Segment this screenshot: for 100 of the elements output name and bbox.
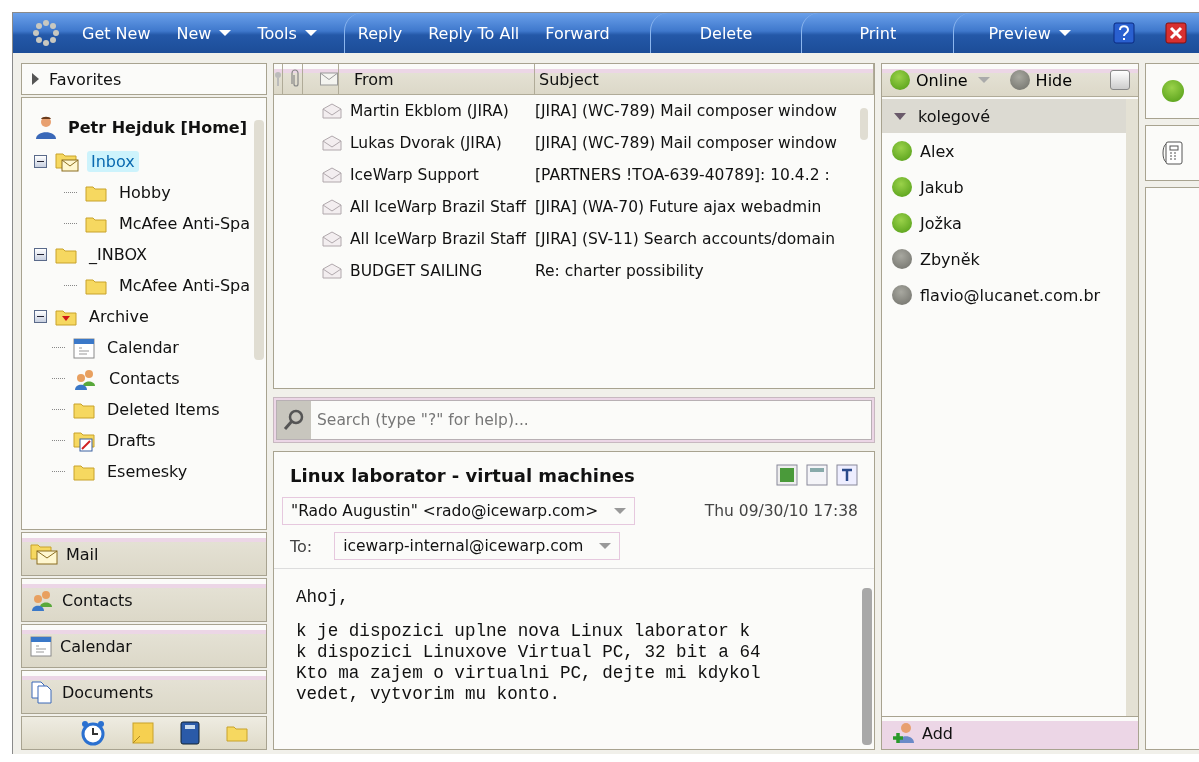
folder-item[interactable]: McAfee Anti-Spa bbox=[115, 275, 255, 296]
nav-button[interactable]: Calendar bbox=[21, 624, 267, 668]
toolbar-button[interactable]: Tools bbox=[244, 13, 330, 53]
folder-item[interactable]: Inbox bbox=[87, 151, 139, 172]
nav-button[interactable]: Contacts bbox=[21, 578, 267, 622]
folder-item[interactable]: Archive bbox=[85, 306, 153, 327]
subject-cell[interactable]: [JIRA] (SV-11) Search accounts/domain bbox=[535, 230, 845, 248]
contact-name[interactable]: Alex bbox=[920, 141, 955, 161]
envelope-icon bbox=[322, 199, 342, 215]
documents-icon bbox=[30, 680, 54, 704]
folder-item[interactable]: McAfee Anti-Spa bbox=[115, 213, 255, 234]
folder-item[interactable]: Hobby bbox=[115, 182, 175, 203]
sender-cell[interactable]: All IceWarp Brazil Staff bbox=[350, 230, 535, 248]
user-icon bbox=[34, 115, 58, 139]
sender-cell[interactable]: BUDGET SAILING bbox=[350, 262, 535, 280]
folder-icon bbox=[73, 400, 95, 419]
toolbar-button[interactable]: Print bbox=[801, 13, 954, 53]
toolbar-button[interactable]: Forward bbox=[532, 13, 650, 53]
favorites-header[interactable]: Favorites bbox=[21, 63, 267, 95]
toolbar-button[interactable]: Reply To All bbox=[415, 13, 533, 53]
layout-icon[interactable] bbox=[806, 464, 828, 486]
folder-icon bbox=[85, 276, 107, 295]
column-header[interactable]: Subject bbox=[535, 64, 874, 94]
help-icon[interactable] bbox=[1113, 22, 1135, 44]
subject-cell[interactable]: [JIRA] (WC-789) Mail composer window bbox=[535, 134, 845, 152]
status-button[interactable]: Online bbox=[890, 70, 1004, 90]
caret-icon bbox=[304, 30, 317, 36]
hide-button[interactable]: Hide bbox=[1009, 70, 1073, 90]
archive-folder-icon bbox=[55, 307, 77, 326]
add-user-icon bbox=[892, 721, 916, 745]
phone-icon[interactable] bbox=[1162, 140, 1184, 166]
subject-cell[interactable]: [PARTNERS !TOA-639-40789]: 10.4.2 : bbox=[535, 166, 845, 184]
toolbar-button[interactable]: Delete bbox=[649, 13, 802, 53]
contact-name[interactable]: Jakub bbox=[920, 177, 964, 197]
collapse-toggle-icon[interactable] bbox=[34, 248, 47, 261]
greeting-text: Ahoj, bbox=[296, 587, 349, 607]
envelope-icon bbox=[322, 103, 342, 119]
status-dot bbox=[890, 70, 910, 90]
toolbar-button[interactable]: Reply bbox=[343, 13, 416, 53]
book-icon[interactable] bbox=[180, 721, 200, 745]
minimize-icon[interactable] bbox=[1110, 70, 1130, 90]
folder-item[interactable]: Contacts bbox=[105, 368, 184, 389]
envelope-icon bbox=[322, 231, 342, 247]
sender-cell[interactable]: All IceWarp Brazil Staff bbox=[350, 198, 535, 216]
add-contact-button[interactable]: Add bbox=[882, 716, 1138, 749]
sender-cell[interactable]: Martin Ekblom (JIRA) bbox=[350, 102, 535, 120]
status-dot bbox=[1162, 80, 1184, 102]
toolbar-button[interactable]: Preview bbox=[953, 13, 1105, 53]
folder-icon bbox=[73, 462, 95, 481]
folder-item[interactable]: Drafts bbox=[103, 430, 160, 451]
folder-item[interactable]: Deleted Items bbox=[103, 399, 224, 420]
contact-name[interactable]: flavio@lucanet.com.br bbox=[920, 285, 1101, 305]
scrollbar-thumb[interactable] bbox=[254, 120, 264, 360]
folder-item[interactable]: Esemesky bbox=[103, 461, 192, 482]
collapse-toggle-icon[interactable] bbox=[34, 155, 47, 168]
column-header[interactable]: From bbox=[350, 64, 535, 94]
folder-item[interactable]: Calendar bbox=[103, 337, 183, 358]
priority-icon[interactable] bbox=[274, 64, 283, 94]
paperclip-icon[interactable] bbox=[290, 64, 303, 94]
logo-icon bbox=[33, 20, 59, 46]
image-icon[interactable] bbox=[776, 464, 798, 486]
toolbar-button[interactable]: Get New bbox=[69, 13, 164, 53]
scrollbar-thumb[interactable] bbox=[860, 108, 868, 140]
message-title: Linux laborator - virtual machines bbox=[290, 464, 636, 486]
caret-icon bbox=[219, 30, 232, 36]
caret-icon bbox=[599, 543, 612, 549]
nav-button[interactable]: Mail bbox=[21, 532, 267, 576]
calendar-icon bbox=[73, 336, 95, 359]
account-name[interactable]: Petr Hejduk [Home] bbox=[68, 117, 247, 137]
subject-cell[interactable]: [JIRA] (WC-789) Mail composer window bbox=[535, 102, 845, 120]
toolbar-button[interactable]: New bbox=[163, 13, 245, 53]
mail-folder-icon bbox=[55, 151, 79, 172]
folder-icon bbox=[85, 183, 107, 202]
text-format-icon[interactable] bbox=[836, 464, 858, 486]
sender-dropdown[interactable]: "Rado Augustin" <rado@icewarp.com> bbox=[282, 497, 636, 525]
nav-button[interactable]: Documents bbox=[21, 670, 267, 714]
search-field[interactable]: Search (type "?" for help)... bbox=[311, 410, 871, 430]
contact-name[interactable]: Jožka bbox=[920, 213, 962, 233]
expand-arrow-icon[interactable] bbox=[894, 112, 906, 120]
sender-cell[interactable]: Lukas Dvorak (JIRA) bbox=[350, 134, 535, 152]
envelope-icon bbox=[322, 167, 342, 183]
folder-item[interactable]: _INBOX bbox=[85, 244, 151, 265]
close-icon[interactable] bbox=[1165, 22, 1187, 44]
caret-icon bbox=[1058, 30, 1071, 36]
scrollbar-thumb[interactable] bbox=[862, 588, 872, 745]
expand-arrow-icon bbox=[32, 73, 39, 85]
folder-icon bbox=[55, 245, 77, 264]
caret-icon bbox=[977, 77, 990, 83]
envelope-icon[interactable] bbox=[320, 64, 339, 94]
sender-cell[interactable]: IceWarp Support bbox=[350, 166, 535, 184]
alarm-clock-icon[interactable] bbox=[80, 720, 106, 746]
caret-icon bbox=[614, 508, 627, 514]
recipient-dropdown[interactable]: icewarp-internal@icewarp.com bbox=[334, 532, 621, 560]
message-body: k je dispozici uplne nova Linux laborator k k dispozici Linuxove Virtual PC, 32 bit a 64 Kto ma zajem o virtualni PC, dejte mi kdykol vedet, vytvorim mu konto. bbox=[296, 621, 761, 705]
contact-name[interactable]: Zbyněk bbox=[920, 249, 980, 269]
subject-cell[interactable]: Re: charter possibility bbox=[535, 262, 845, 280]
contacts-icon bbox=[30, 589, 54, 611]
subject-cell[interactable]: [JIRA] (WA-70) Future ajax webadmin bbox=[535, 198, 845, 216]
contact-group[interactable]: kolegové bbox=[882, 99, 1126, 133]
collapse-toggle-icon[interactable] bbox=[34, 310, 47, 323]
